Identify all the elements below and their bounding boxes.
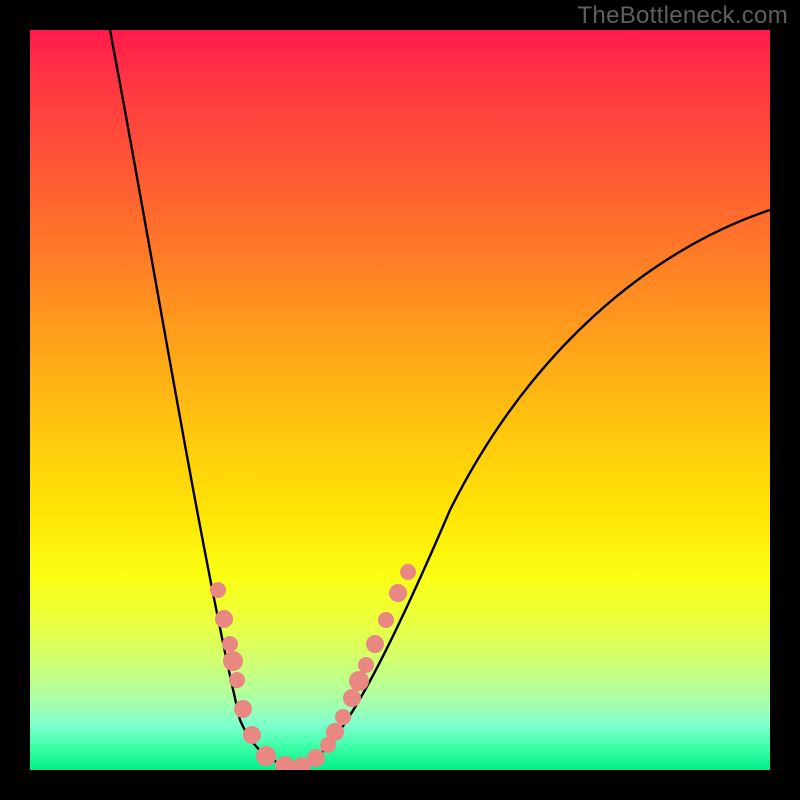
- data-marker: [223, 651, 243, 671]
- data-marker: [222, 636, 238, 652]
- data-marker: [378, 612, 394, 628]
- bottleneck-chart-svg: [30, 30, 770, 770]
- bottleneck-curve: [110, 30, 770, 766]
- data-marker: [215, 610, 233, 628]
- data-marker: [400, 564, 416, 580]
- data-marker: [326, 723, 344, 741]
- data-marker: [335, 709, 351, 725]
- chart-frame: TheBottleneck.com: [0, 0, 800, 800]
- data-marker: [349, 671, 369, 691]
- data-marker: [358, 657, 374, 673]
- data-marker: [229, 672, 245, 688]
- watermark-text: TheBottleneck.com: [577, 2, 788, 30]
- data-marker: [210, 582, 226, 598]
- data-marker: [343, 689, 361, 707]
- data-marker: [234, 700, 252, 718]
- data-marker: [275, 756, 295, 770]
- data-marker: [389, 584, 407, 602]
- data-marker: [256, 746, 276, 766]
- plot-area: [30, 30, 770, 770]
- data-marker: [307, 749, 325, 767]
- marker-group: [210, 564, 416, 770]
- data-marker: [366, 635, 384, 653]
- data-marker: [243, 726, 261, 744]
